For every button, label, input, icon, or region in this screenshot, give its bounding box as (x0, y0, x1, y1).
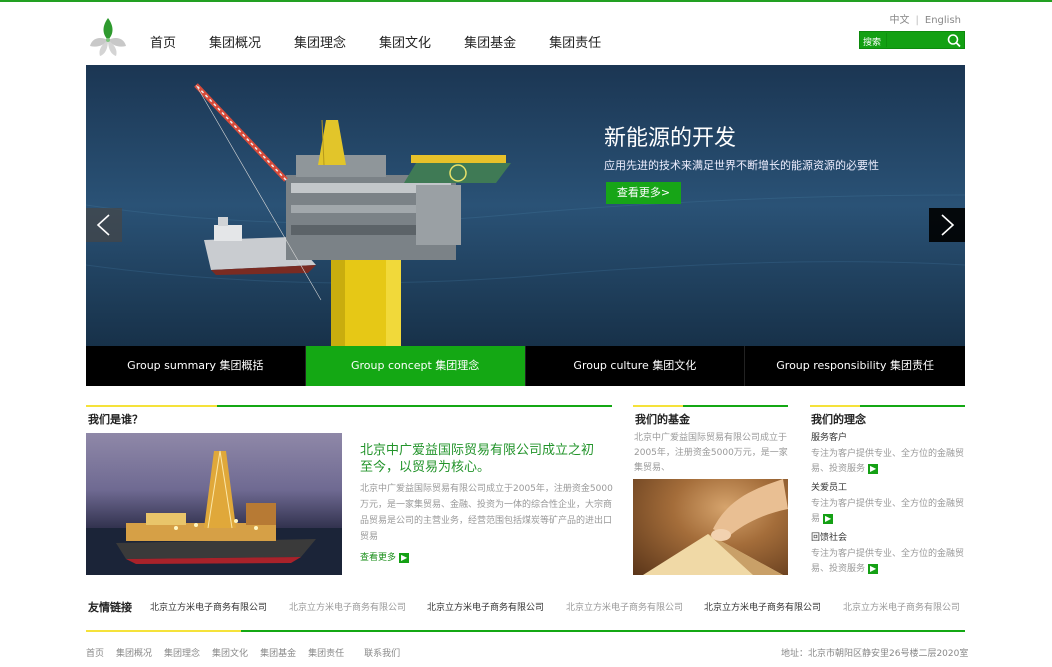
concept-title: 服务客户 (811, 433, 848, 443)
footer-link-home[interactable]: 首页 (86, 646, 104, 659)
fund-heading-line-green (683, 405, 788, 407)
nav-culture[interactable]: 集团文化 (379, 32, 431, 51)
who-heading: 我们是谁？ (88, 413, 143, 426)
search-input[interactable] (886, 33, 944, 47)
oil-platform-image (86, 65, 965, 346)
concept-item: 服务客户 专注为客户提供专业、全方位的金融贸易、投资服务 ▶ (811, 432, 969, 477)
friend-link[interactable]: 北京立方米电子商务有限公司 (843, 600, 960, 613)
friend-link[interactable]: 北京立方米电子商务有限公司 (566, 600, 683, 613)
footer-link-responsibility[interactable]: 集团责任 (308, 646, 344, 659)
concept-title: 回馈社会 (811, 533, 848, 543)
lang-chinese[interactable]: 中文 (890, 15, 910, 26)
logo-icon[interactable] (88, 16, 128, 58)
main-nav: 首页 集团概况 集团理念 集团文化 集团基金 集团责任 (150, 32, 634, 51)
category-tabs: Group summary 集团概括 Group concept 集团理念 Gr… (86, 346, 965, 386)
concept-desc: 专注为客户提供专业、全方位的金融贸易 ▶ (811, 499, 965, 524)
footer-address: 地址：北京市朝阳区静安里26号楼二层2020室 (781, 649, 969, 659)
banner-subtitle: 应用先进的技术来满足世界不断增长的能源资源的必要性 (604, 159, 879, 172)
concept-title: 关爱员工 (811, 483, 848, 493)
nav-fund[interactable]: 集团基金 (464, 32, 516, 51)
who-description: 北京中广爱益国际贸易有限公司成立于2005年，注册资金5000万元，是一家集贸易… (360, 484, 613, 542)
arrow-left-icon[interactable] (86, 208, 122, 242)
concept-heading: 我们的理念 (811, 413, 866, 426)
search-label: 搜索 (863, 38, 882, 48)
drilling-ship-image (86, 433, 342, 575)
nav-concept[interactable]: 集团理念 (294, 32, 346, 51)
language-switch: 中文 | English (889, 15, 961, 26)
finger-coins-image (633, 479, 788, 575)
more-arrow-icon[interactable]: ▶ (868, 563, 879, 574)
friend-link[interactable]: 北京立方米电子商务有限公司 (289, 600, 406, 613)
concept-heading-line-yellow (810, 405, 860, 407)
concept-heading-line-green (860, 405, 965, 407)
footer-link-fund[interactable]: 集团基金 (260, 646, 296, 659)
footer-link-culture[interactable]: 集团文化 (212, 646, 248, 659)
hero-banner: 新能源的开发 应用先进的技术来满足世界不断增长的能源资源的必要性 查看更多> (86, 65, 965, 346)
lang-english[interactable]: English (925, 15, 961, 26)
more-arrow-icon[interactable]: ▶ (823, 513, 834, 524)
more-arrow-icon: ▶ (399, 552, 410, 563)
fund-heading-line-yellow (633, 405, 683, 407)
tab-concept[interactable]: Group concept 集团理念 (305, 346, 526, 386)
tab-culture[interactable]: Group culture 集团文化 (526, 346, 746, 386)
tab-summary[interactable]: Group summary 集团概括 (86, 346, 306, 386)
concept-desc: 专注为客户提供专业、全方位的金融贸易、投资服务 ▶ (811, 449, 965, 474)
tab-responsibility[interactable]: Group responsibility 集团责任 (745, 346, 965, 386)
concept-desc: 专注为客户提供专业、全方位的金融贸易、投资服务 ▶ (811, 549, 965, 574)
search-bar: 搜索 (859, 31, 965, 49)
banner-title: 新能源的开发 (604, 126, 737, 151)
who-title[interactable]: 北京中广爱益国际贸易有限公司成立之初至今，以贸易为核心。 (360, 442, 600, 476)
footer-link-concept[interactable]: 集团理念 (164, 646, 200, 659)
concept-item: 关爱员工 专注为客户提供专业、全方位的金融贸易 ▶ (811, 482, 969, 527)
top-accent-bar (0, 0, 1052, 2)
footer-link-contact[interactable]: 联系我们 (364, 646, 400, 659)
fund-heading: 我们的基金 (635, 413, 690, 426)
friend-link[interactable]: 北京立方米电子商务有限公司 (150, 600, 267, 613)
footer-line-yellow (86, 630, 241, 632)
nav-home[interactable]: 首页 (150, 32, 176, 51)
footer-nav: 首页 集团概况 集团理念 集团文化 集团基金 集团责任 联系我们 (86, 646, 412, 659)
banner-more-button[interactable]: 查看更多> (606, 182, 681, 204)
nav-overview[interactable]: 集团概况 (209, 32, 261, 51)
footer-line-green (241, 630, 965, 632)
arrow-right-icon[interactable] (929, 208, 965, 242)
who-more-label: 查看更多 (360, 553, 397, 563)
fund-description: 北京中广爱益国际贸易有限公司成立于2005年，注册资金5000万元，是一家集贸易… (634, 433, 788, 473)
friend-link[interactable]: 北京立方米电子商务有限公司 (704, 600, 821, 613)
links-label: 友情链接 (88, 601, 132, 614)
concept-item: 回馈社会 专注为客户提供专业、全方位的金融贸易、投资服务 ▶ (811, 532, 969, 577)
who-more-link[interactable]: 查看更多 ▶ (360, 550, 410, 563)
more-arrow-icon[interactable]: ▶ (868, 463, 879, 474)
search-icon[interactable] (946, 33, 962, 48)
who-heading-line-green (217, 405, 612, 407)
nav-responsibility[interactable]: 集团责任 (549, 32, 601, 51)
who-heading-line-yellow (86, 405, 217, 407)
footer-link-overview[interactable]: 集团概况 (116, 646, 152, 659)
friend-link[interactable]: 北京立方米电子商务有限公司 (427, 600, 544, 613)
